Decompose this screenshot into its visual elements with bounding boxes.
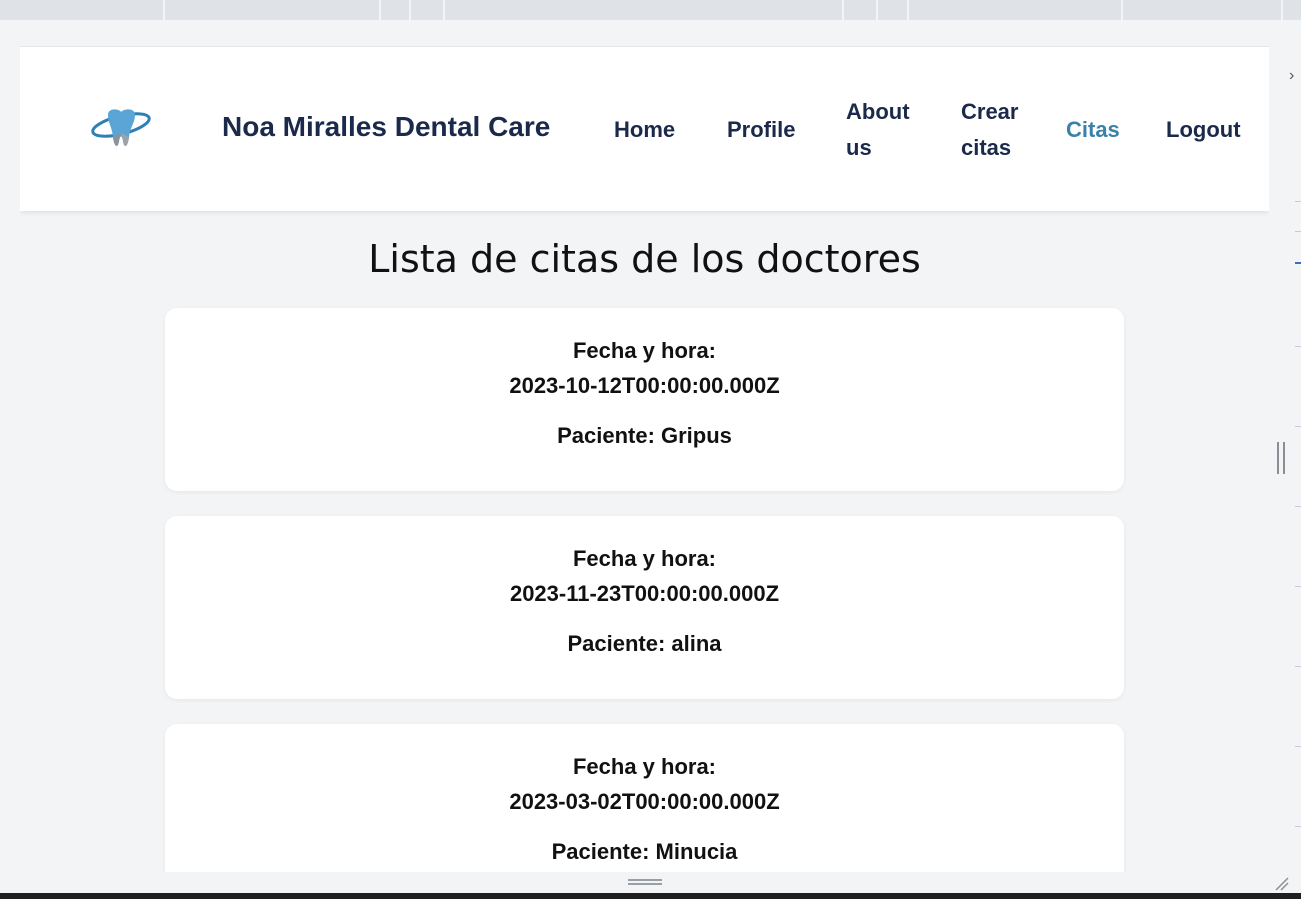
strip-divider [379, 0, 381, 20]
strip-divider [163, 0, 165, 20]
gutter-tick [1295, 231, 1301, 232]
strip-divider [842, 0, 844, 20]
side-panel-gutter: › [1269, 46, 1301, 872]
appointment-card: Fecha y hora: 2023-03-02T00:00:00.000Z P… [165, 724, 1124, 872]
strip-divider [409, 0, 411, 20]
gutter-tick [1295, 506, 1301, 507]
navbar: Noa Miralles Dental Care Home Profile Ab… [20, 47, 1269, 211]
patient-name: Paciente: Minucia [551, 839, 738, 864]
page-viewport: Noa Miralles Dental Care Home Profile Ab… [20, 46, 1269, 872]
chevron-right-icon[interactable]: › [1289, 66, 1301, 86]
appointment-card: Fecha y hora: 2023-10-12T00:00:00.000Z P… [165, 308, 1124, 491]
nav-profile[interactable]: Profile [727, 112, 795, 148]
horizontal-resize-handle[interactable] [628, 879, 662, 885]
datetime-value: 2023-10-12T00:00:00.000Z [509, 373, 780, 398]
vertical-resize-handle[interactable] [1277, 442, 1285, 474]
gutter-tick [1295, 666, 1301, 667]
datetime-value: 2023-11-23T00:00:00.000Z [509, 581, 780, 606]
screen-bottom-edge [0, 893, 1301, 899]
gutter-tick [1295, 201, 1301, 202]
corner-resize-icon[interactable] [1273, 875, 1289, 891]
strip-divider [443, 0, 445, 20]
datetime-label: Fecha y hora: [572, 546, 717, 571]
gutter-tick [1295, 346, 1301, 347]
appointment-card: Fecha y hora: 2023-11-23T00:00:00.000Z P… [165, 516, 1124, 699]
strip-divider [876, 0, 878, 20]
gutter-highlight [1295, 262, 1301, 264]
brand-name[interactable]: Noa Miralles Dental Care [222, 111, 550, 143]
page-title: Lista de citas de los doctores [368, 237, 921, 281]
strip-divider [1121, 0, 1123, 20]
gutter-tick [1295, 586, 1301, 587]
nav-logout[interactable]: Logout [1166, 112, 1241, 148]
nav-citas[interactable]: Citas [1066, 112, 1120, 148]
bottom-resize-bar [20, 872, 1269, 893]
tooth-logo-icon[interactable] [90, 103, 152, 153]
gutter-tick [1295, 826, 1301, 827]
browser-top-strip [0, 0, 1301, 20]
datetime-value: 2023-03-02T00:00:00.000Z [509, 789, 780, 814]
nav-crear-citas[interactable]: Crear citas [961, 94, 1041, 166]
nav-about-us[interactable]: About us [846, 94, 936, 166]
datetime-label: Fecha y hora: [572, 338, 717, 363]
patient-name: Paciente: Gripus [557, 423, 732, 448]
patient-name: Paciente: alina [567, 631, 722, 656]
strip-divider [907, 0, 909, 20]
gutter-tick [1295, 746, 1301, 747]
nav-home[interactable]: Home [614, 112, 675, 148]
strip-divider [1281, 0, 1283, 20]
datetime-label: Fecha y hora: [572, 754, 717, 779]
gutter-tick [1295, 426, 1301, 427]
